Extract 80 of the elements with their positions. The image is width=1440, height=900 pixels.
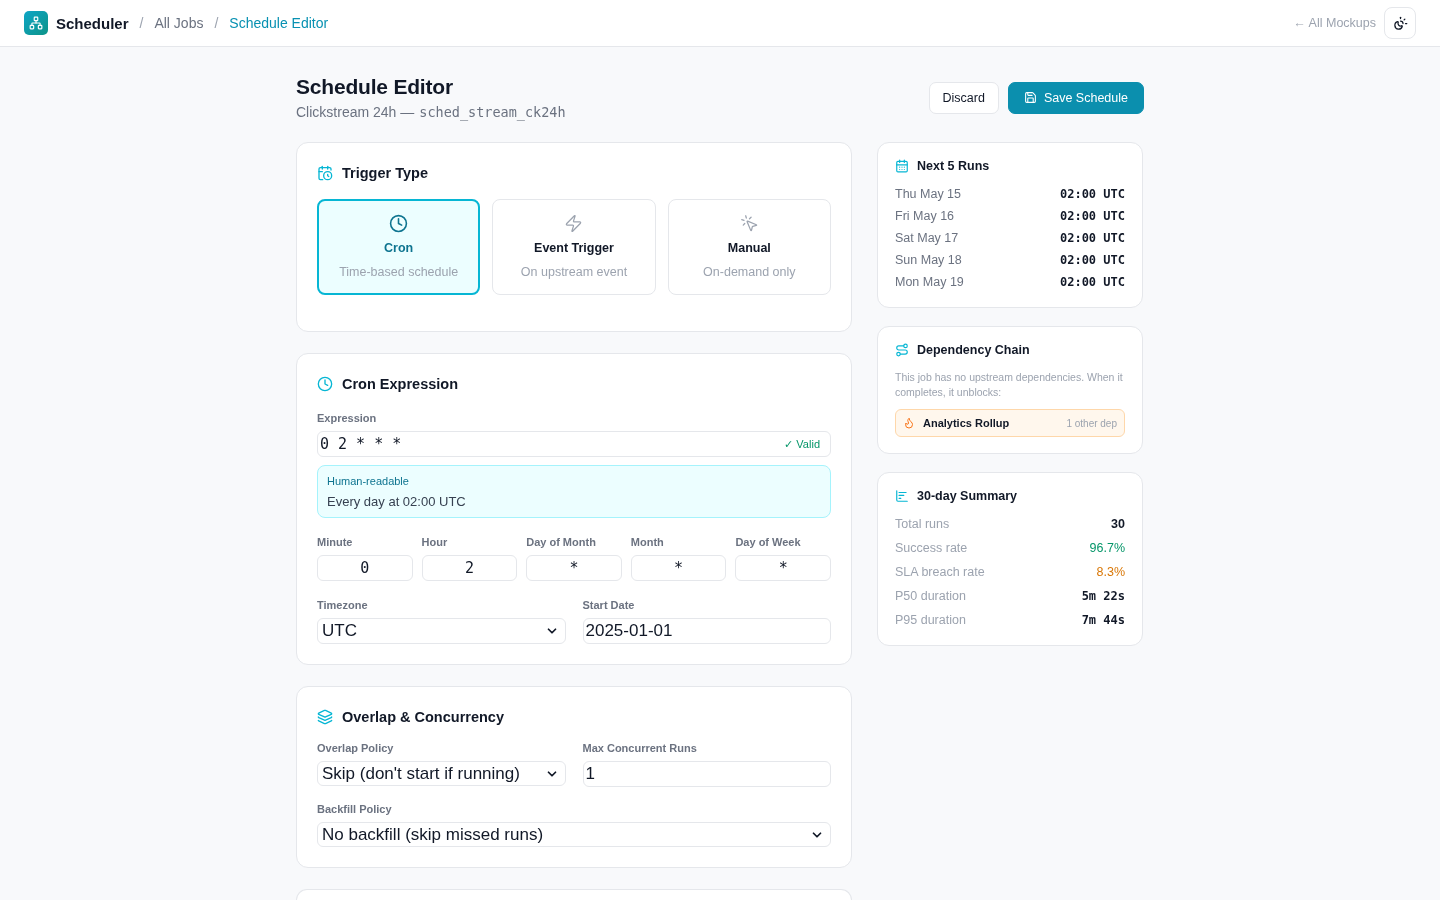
card-title: Trigger Type xyxy=(342,165,428,181)
card-title: Overlap & Concurrency xyxy=(342,709,504,725)
save-button[interactable]: Save Schedule xyxy=(1007,81,1144,114)
clock-icon xyxy=(317,376,333,392)
field-label: Day of Month xyxy=(526,536,597,549)
discard-button[interactable]: Discard xyxy=(928,81,999,114)
bar-chart-icon xyxy=(895,489,909,503)
overlap-policy-select[interactable]: Skip (don't start if running) xyxy=(317,761,566,786)
dependent-name: Analytics Rollup xyxy=(923,417,1010,429)
run-time: 02:00 UTC xyxy=(1059,187,1125,201)
field-label: Expression xyxy=(317,412,378,425)
card-title: Dependency Chain xyxy=(917,343,1030,357)
clock-icon xyxy=(389,214,409,233)
job-name: Clickstream 24h — xyxy=(296,104,415,120)
human-readable-text: Every day at 02:00 UTC xyxy=(327,494,467,510)
stat-value: 30 xyxy=(1111,517,1125,531)
job-id: sched_stream_ck24h xyxy=(419,104,566,120)
stat-label: P50 duration xyxy=(895,589,966,603)
run-date: Fri May 16 xyxy=(895,209,955,223)
calendar-icon xyxy=(895,159,909,173)
trigger-option[interactable]: Event Trigger On upstream event xyxy=(492,199,656,295)
page-title: Schedule Editor xyxy=(296,75,454,99)
breadcrumb-link[interactable]: Schedule Editor xyxy=(229,15,329,31)
cron-field-input[interactable]: 0 xyxy=(317,555,413,581)
stat-label: Total runs xyxy=(895,517,950,531)
sun-moon-icon xyxy=(1392,15,1408,31)
layers-icon xyxy=(317,709,333,725)
stat-value: 5m 22s xyxy=(1081,589,1125,603)
cursor-click-icon xyxy=(739,214,759,233)
cron-field-input[interactable]: 2 xyxy=(421,555,518,581)
field-label: Overlap Policy xyxy=(317,742,395,755)
stat-value: 96.7% xyxy=(1089,541,1125,555)
cron-field-input[interactable]: * xyxy=(630,555,727,581)
card-title: Cron Expression xyxy=(342,376,459,392)
field-label: Start Date xyxy=(582,599,636,612)
stat-value: 8.3% xyxy=(1096,565,1125,579)
card-title: 30-day Summary xyxy=(917,489,1018,503)
date-field[interactable]: 2025-01-01 xyxy=(582,618,831,644)
run-time: 02:00 UTC xyxy=(1059,209,1125,223)
cron-field-input[interactable]: * xyxy=(735,555,831,581)
run-date: Sun May 18 xyxy=(895,253,962,267)
card-title: Next 5 Runs xyxy=(917,159,990,173)
field-label: Hour xyxy=(421,536,449,549)
stat-label: Success rate xyxy=(895,541,968,555)
field-label: Month xyxy=(630,536,665,549)
dependency-description: This job has no upstream dependencies. When it completes, it unblocks: xyxy=(895,370,1124,400)
backfill-policy-select[interactable]: No backfill (skip missed runs) xyxy=(317,822,831,847)
run-date: Sat May 17 xyxy=(895,231,959,245)
field-label: Minute xyxy=(317,536,354,549)
run-date: Mon May 19 xyxy=(895,275,964,289)
run-time: 02:00 UTC xyxy=(1059,253,1125,267)
breadcrumb-link[interactable]: All Jobs xyxy=(154,15,204,31)
route-icon xyxy=(895,343,909,357)
breadcrumb-separator: / xyxy=(214,15,219,31)
run-time: 02:00 UTC xyxy=(1059,231,1125,245)
stat-label: P95 duration xyxy=(895,613,966,627)
breadcrumb-separator: / xyxy=(139,15,144,31)
valid-status: ✓ Valid xyxy=(784,437,820,451)
field-label: Day of Week xyxy=(735,536,802,549)
app-name: Scheduler xyxy=(56,14,129,32)
theme-toggle-button[interactable] xyxy=(1384,7,1416,39)
field-label: Timezone xyxy=(317,599,369,612)
dependent-note: 1 other dep xyxy=(1066,417,1117,429)
run-date: Thu May 15 xyxy=(895,187,961,201)
flame-icon xyxy=(903,417,915,429)
field-label: Backfill Policy xyxy=(317,803,393,816)
calendar-clock-icon xyxy=(317,165,333,181)
logo-icon xyxy=(24,11,48,35)
human-readable-label: Human-readable xyxy=(327,475,410,488)
lightning-icon xyxy=(564,214,584,233)
cron-field-input[interactable]: * xyxy=(526,555,622,581)
stat-label: SLA breach rate xyxy=(895,565,985,579)
trigger-option[interactable]: Manual On-demand only xyxy=(667,199,831,295)
field-label: Max Concurrent Runs xyxy=(582,742,698,755)
run-time: 02:00 UTC xyxy=(1059,275,1125,289)
stat-value: 7m 44s xyxy=(1081,613,1125,627)
timezone-select[interactable]: UTC xyxy=(317,618,566,644)
trigger-option[interactable]: Cron Time-based schedule xyxy=(317,199,481,295)
expression-field[interactable]: 0 2 * * * ✓ Valid xyxy=(317,431,831,457)
number-field[interactable]: 1 xyxy=(582,761,831,787)
